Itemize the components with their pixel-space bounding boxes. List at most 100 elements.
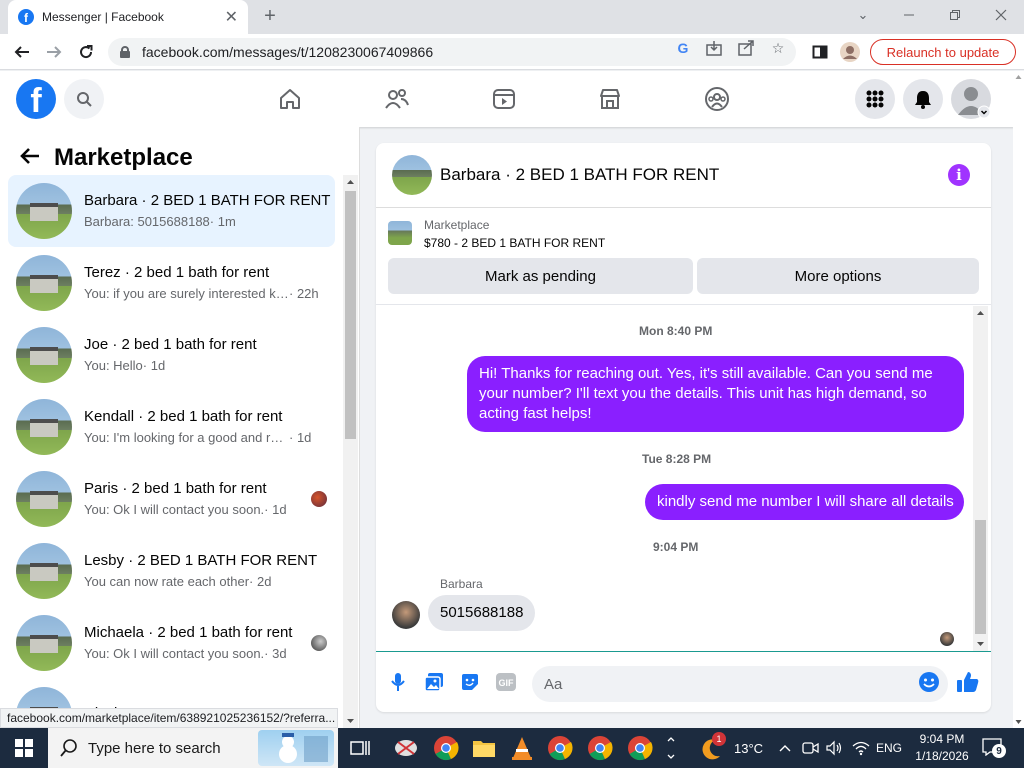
conversation-item-kendall[interactable]: Kendall · 2 bed 1 bath for rent You: I'm…: [8, 391, 335, 463]
url-text: facebook.com/messages/t/1208230067409866: [142, 44, 434, 60]
forward-button[interactable]: [42, 40, 66, 64]
sticker-icon[interactable]: [458, 670, 482, 694]
scrollbar-thumb[interactable]: [975, 520, 986, 634]
chrome-profile-icon[interactable]: [626, 734, 654, 762]
notifications-button[interactable]: [903, 79, 943, 119]
browser-tab[interactable]: f Messenger | Facebook ✕: [8, 0, 248, 34]
scroll-down-icon[interactable]: [973, 637, 988, 651]
tab-search-chevron-icon[interactable]: ⌄: [840, 0, 886, 30]
windows-logo-icon: [15, 739, 33, 757]
weather-widget[interactable]: 1 13°C: [700, 728, 763, 768]
mark-as-pending-button[interactable]: Mark as pending: [388, 258, 693, 294]
notification-center-button[interactable]: 9: [982, 728, 1006, 768]
profile-icon[interactable]: [838, 40, 862, 64]
more-options-button[interactable]: More options: [697, 258, 979, 294]
sidebar-scrollbar[interactable]: [343, 175, 358, 728]
chat-title[interactable]: Barbara · 2 BED 1 BATH FOR RENT: [440, 165, 719, 185]
marketplace-icon[interactable]: [594, 83, 626, 115]
groups-icon[interactable]: [701, 83, 733, 115]
search-button[interactable]: [64, 79, 104, 119]
close-tab-icon[interactable]: ✕: [225, 7, 238, 27]
vlc-icon[interactable]: [508, 734, 536, 762]
listing-thumbnail: [16, 327, 72, 383]
clock[interactable]: 9:04 PM 1/18/2026: [908, 728, 976, 768]
bookmark-star-icon[interactable]: ☆: [770, 40, 786, 56]
home-icon[interactable]: [274, 83, 306, 115]
incoming-message[interactable]: 5015688188: [428, 595, 536, 631]
facebook-favicon-icon: f: [18, 9, 34, 25]
task-view-icon[interactable]: [346, 734, 374, 762]
chat-avatar[interactable]: [392, 155, 432, 195]
volume-icon[interactable]: [826, 728, 844, 768]
weather-moon-icon: 1: [700, 732, 726, 760]
sender-avatar[interactable]: [392, 601, 420, 629]
page-scrollbar[interactable]: [1013, 71, 1024, 728]
new-tab-button[interactable]: +: [258, 4, 282, 28]
microphone-icon[interactable]: [386, 670, 410, 694]
chrome-profile-icon[interactable]: [546, 734, 574, 762]
photo-icon[interactable]: [422, 670, 446, 694]
scrollbar-thumb[interactable]: [345, 191, 356, 439]
chat-scrollbar[interactable]: [973, 306, 988, 651]
conversation-item-terez[interactable]: Terez · 2 bed 1 bath for rent You: if yo…: [8, 247, 335, 319]
restore-button[interactable]: [932, 0, 978, 30]
install-app-icon[interactable]: [706, 40, 722, 56]
reload-button[interactable]: [74, 40, 98, 64]
back-arrow-icon[interactable]: [20, 145, 40, 171]
minimize-button[interactable]: [886, 0, 932, 30]
tray-scroll[interactable]: [664, 728, 678, 768]
conversation-item-lesby[interactable]: Lesby · 2 BED 1 BATH FOR RENT You can no…: [8, 535, 335, 607]
google-lens-icon[interactable]: G: [675, 40, 691, 56]
conversation-item-michaela[interactable]: Michaela · 2 bed 1 bath for rent You: Ok…: [8, 607, 335, 679]
address-bar[interactable]: facebook.com/messages/t/1208230067409866: [108, 38, 796, 66]
listing-thumbnail: [16, 615, 72, 671]
listing-price[interactable]: $780 - 2 BED 1 BATH FOR RENT: [424, 236, 605, 250]
conversation-time: · 1d: [264, 502, 287, 517]
emoji-icon[interactable]: [917, 670, 941, 694]
snipping-tool-icon[interactable]: [392, 734, 420, 762]
share-icon[interactable]: [738, 40, 754, 56]
scroll-down-icon[interactable]: [1013, 716, 1024, 728]
scroll-up-icon[interactable]: [343, 175, 358, 189]
sidebar-title: Marketplace: [54, 144, 193, 171]
file-explorer-icon[interactable]: [470, 734, 498, 762]
thumbs-up-icon[interactable]: [956, 670, 980, 694]
account-button[interactable]: [951, 79, 991, 119]
message-input[interactable]: Aa: [532, 666, 948, 702]
outgoing-message[interactable]: Hi! Thanks for reaching out. Yes, it's s…: [467, 356, 964, 432]
back-button[interactable]: [10, 40, 34, 64]
close-window-button[interactable]: [978, 0, 1024, 30]
conversation-name: Joe · 2 bed 1 bath for rent: [84, 336, 257, 353]
listing-thumbnail: [16, 399, 72, 455]
message-timestamp: Mon 8:40 PM: [639, 324, 713, 338]
wifi-icon[interactable]: [852, 728, 870, 768]
conversation-item-barbara[interactable]: Barbara · 2 BED 1 BATH FOR RENT Barbara:…: [8, 175, 335, 247]
search-icon: [77, 92, 92, 107]
scroll-up-icon[interactable]: [973, 306, 988, 320]
conversation-item-joe[interactable]: Joe · 2 bed 1 bath for rent You: Hello · …: [8, 319, 335, 391]
show-hidden-icons-button[interactable]: [778, 728, 792, 768]
friends-icon[interactable]: [381, 83, 413, 115]
relaunch-to-update-button[interactable]: Relaunch to update: [870, 39, 1016, 65]
side-panel-icon[interactable]: [808, 40, 832, 64]
conversation-preview: You: I'm looking for a good and res...: [84, 430, 289, 445]
watch-icon[interactable]: [488, 83, 520, 115]
info-icon[interactable]: i: [948, 164, 970, 186]
conversation-name: Terez · 2 bed 1 bath for rent: [84, 264, 270, 281]
gif-icon[interactable]: GIF: [494, 670, 518, 694]
lock-icon: [120, 46, 130, 58]
scroll-up-icon[interactable]: [1013, 71, 1024, 83]
facebook-logo-icon[interactable]: f: [16, 79, 56, 119]
menu-button[interactable]: [855, 79, 895, 119]
chrome-profile-icon[interactable]: [586, 734, 614, 762]
outgoing-message[interactable]: kindly send me number I will share all d…: [645, 484, 964, 520]
conversation-item-paris[interactable]: Paris · 2 bed 1 bath for rent You: Ok I …: [8, 463, 335, 535]
start-button[interactable]: [0, 728, 48, 768]
scroll-down-icon[interactable]: [343, 714, 358, 728]
sidebar-header: Marketplace: [20, 143, 193, 173]
taskbar-search[interactable]: Type here to search: [48, 728, 338, 768]
chrome-icon[interactable]: [432, 734, 460, 762]
meet-now-icon[interactable]: [802, 728, 820, 768]
language-indicator[interactable]: ENG: [876, 728, 902, 768]
listing-thumbnail[interactable]: [388, 221, 412, 245]
